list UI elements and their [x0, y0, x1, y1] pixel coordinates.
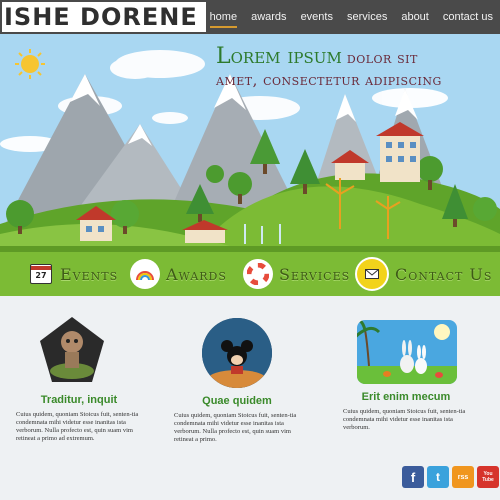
card-1-title[interactable]: Traditur, inquit	[4, 394, 154, 406]
nav-awards[interactable]: awards	[251, 11, 286, 23]
lifebuoy-icon	[243, 259, 273, 289]
rainbow-icon	[130, 259, 160, 289]
feature-events-label: Events	[60, 264, 119, 284]
feature-awards[interactable]: Awards	[130, 256, 227, 292]
card-2: Quae quidem Cuius quidem, quoniam Stoicu…	[162, 395, 312, 444]
feature-contact[interactable]: Contact Us	[355, 256, 492, 292]
twitter-icon[interactable]: t	[427, 466, 449, 488]
card-3-image[interactable]	[357, 320, 457, 384]
mail-icon	[355, 257, 389, 291]
calendar-date: 27	[35, 271, 47, 280]
feature-services-label: Services	[279, 264, 351, 284]
nav-events[interactable]: events	[301, 11, 333, 23]
nav-services[interactable]: services	[347, 11, 387, 23]
main-nav: home awards events services about contac…	[203, 0, 500, 34]
card-1: Traditur, inquit Cuius quidem, quoniam S…	[4, 394, 154, 443]
hero-title-rest-1: dolor sit	[346, 49, 418, 67]
calendar-icon: 27	[30, 264, 52, 284]
sun-icon	[15, 49, 45, 79]
site-logo[interactable]: ISHE DORENE	[2, 2, 206, 32]
card-3-title[interactable]: Erit enim mecum	[331, 391, 481, 403]
feature-awards-label: Awards	[166, 264, 227, 284]
youtube-icon[interactable]: You Tube	[477, 466, 499, 488]
feature-events[interactable]: 27 Events	[30, 256, 118, 292]
site-logo-text: ISHE DORENE	[4, 3, 198, 31]
nav-about[interactable]: about	[401, 11, 429, 23]
hero-headline: Lorem ipsum dolor sit amet, consectetur …	[216, 46, 498, 91]
card-3-text: Cuius quidem, quoniam Stoicus fuit, sent…	[343, 408, 466, 431]
hero-banner: Lorem ipsum dolor sit amet, consectetur …	[0, 34, 500, 246]
card-2-image[interactable]	[202, 318, 272, 388]
hero-title-rest-2: amet, consectetur adipiscing	[216, 71, 442, 89]
card-3: Erit enim mecum Cuius quidem, quoniam St…	[331, 391, 481, 432]
card-1-text: Cuius quidem, quoniam Stoicus fuit, sent…	[16, 411, 139, 442]
rss-icon[interactable]: rss	[452, 466, 474, 488]
card-1-image[interactable]	[38, 316, 106, 384]
feature-contact-label: Contact Us	[395, 264, 493, 284]
hero-title-big: Lorem ipsum	[216, 44, 342, 69]
feature-bar: 27 Events Awards Services Contact Us	[0, 246, 500, 296]
card-2-text: Cuius quidem, quoniam Stoicus fuit, sent…	[174, 412, 297, 443]
top-bar: ISHE DORENE home awards events services …	[0, 0, 500, 34]
feature-services[interactable]: Services	[243, 256, 350, 292]
card-2-title[interactable]: Quae quidem	[162, 395, 312, 407]
nav-home[interactable]: home	[209, 11, 237, 28]
nav-contact-us[interactable]: contact us	[443, 11, 493, 23]
facebook-icon[interactable]: f	[402, 466, 424, 488]
